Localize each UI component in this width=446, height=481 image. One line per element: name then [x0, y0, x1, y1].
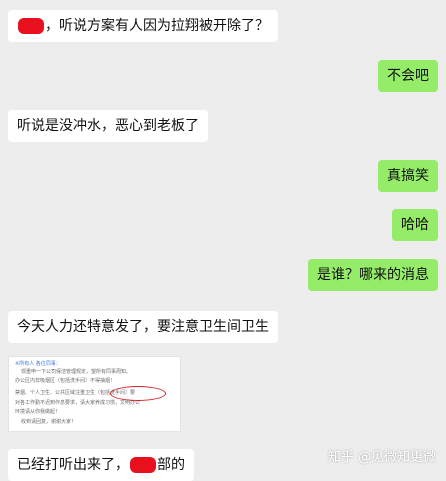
image-line: 收到请回复，谢谢大家！: [21, 419, 77, 425]
message-incoming[interactable]: 已经打听出来了， 部的: [8, 449, 194, 481]
message-text: 是谁？哪来的消息: [317, 267, 429, 283]
circle-highlight: [110, 386, 166, 401]
message-incoming[interactable]: 今天人力还特意发了，要注意卫生间卫生: [8, 311, 278, 343]
message-text: 不会吧: [387, 68, 429, 84]
message-incoming[interactable]: 听说是没冲水，恶心到老板了: [8, 110, 208, 142]
image-line: 对各工作勤不迟到作息要求，请大家养成习惯，文明办公: [15, 400, 141, 406]
message-outgoing[interactable]: 哈哈: [392, 209, 438, 241]
message-text: 真搞笑: [387, 168, 429, 184]
redaction-mark: [130, 457, 156, 473]
redaction-mark: [18, 18, 44, 34]
image-line: ※所有人 各位同事：: [15, 361, 61, 367]
message-incoming[interactable]: ，听说方案有人因为拉翔被开除了？: [8, 10, 278, 42]
message-text: 已经打听出来了，: [17, 457, 129, 473]
message-text: 听说是没冲水，恶心到老板了: [17, 118, 199, 134]
message-outgoing[interactable]: 真搞笑: [378, 160, 438, 192]
image-line: 现重申一下公司保洁管理规定，望所有同事周知。: [21, 369, 132, 375]
message-text: 今天人力还特意发了，要注意卫生间卫生: [17, 319, 269, 335]
message-outgoing[interactable]: 是谁？哪来的消息: [308, 259, 438, 291]
watermark: 知乎 @见微知更微: [327, 450, 436, 465]
message-text: 哈哈: [401, 217, 429, 233]
message-text: ，听说方案有人因为拉翔被开除了？: [45, 18, 269, 34]
image-message[interactable]: ※所有人 各位同事： 现重申一下公司保洁管理规定，望所有同事周知。 办公区内非吸…: [8, 356, 181, 432]
image-line: 办公区内非吸烟区（包括洗手间）不得抽烟！: [15, 378, 116, 384]
image-line: 环境请从你我做起！: [15, 409, 61, 415]
message-text: 部的: [157, 457, 185, 473]
message-outgoing[interactable]: 不会吧: [378, 60, 438, 92]
